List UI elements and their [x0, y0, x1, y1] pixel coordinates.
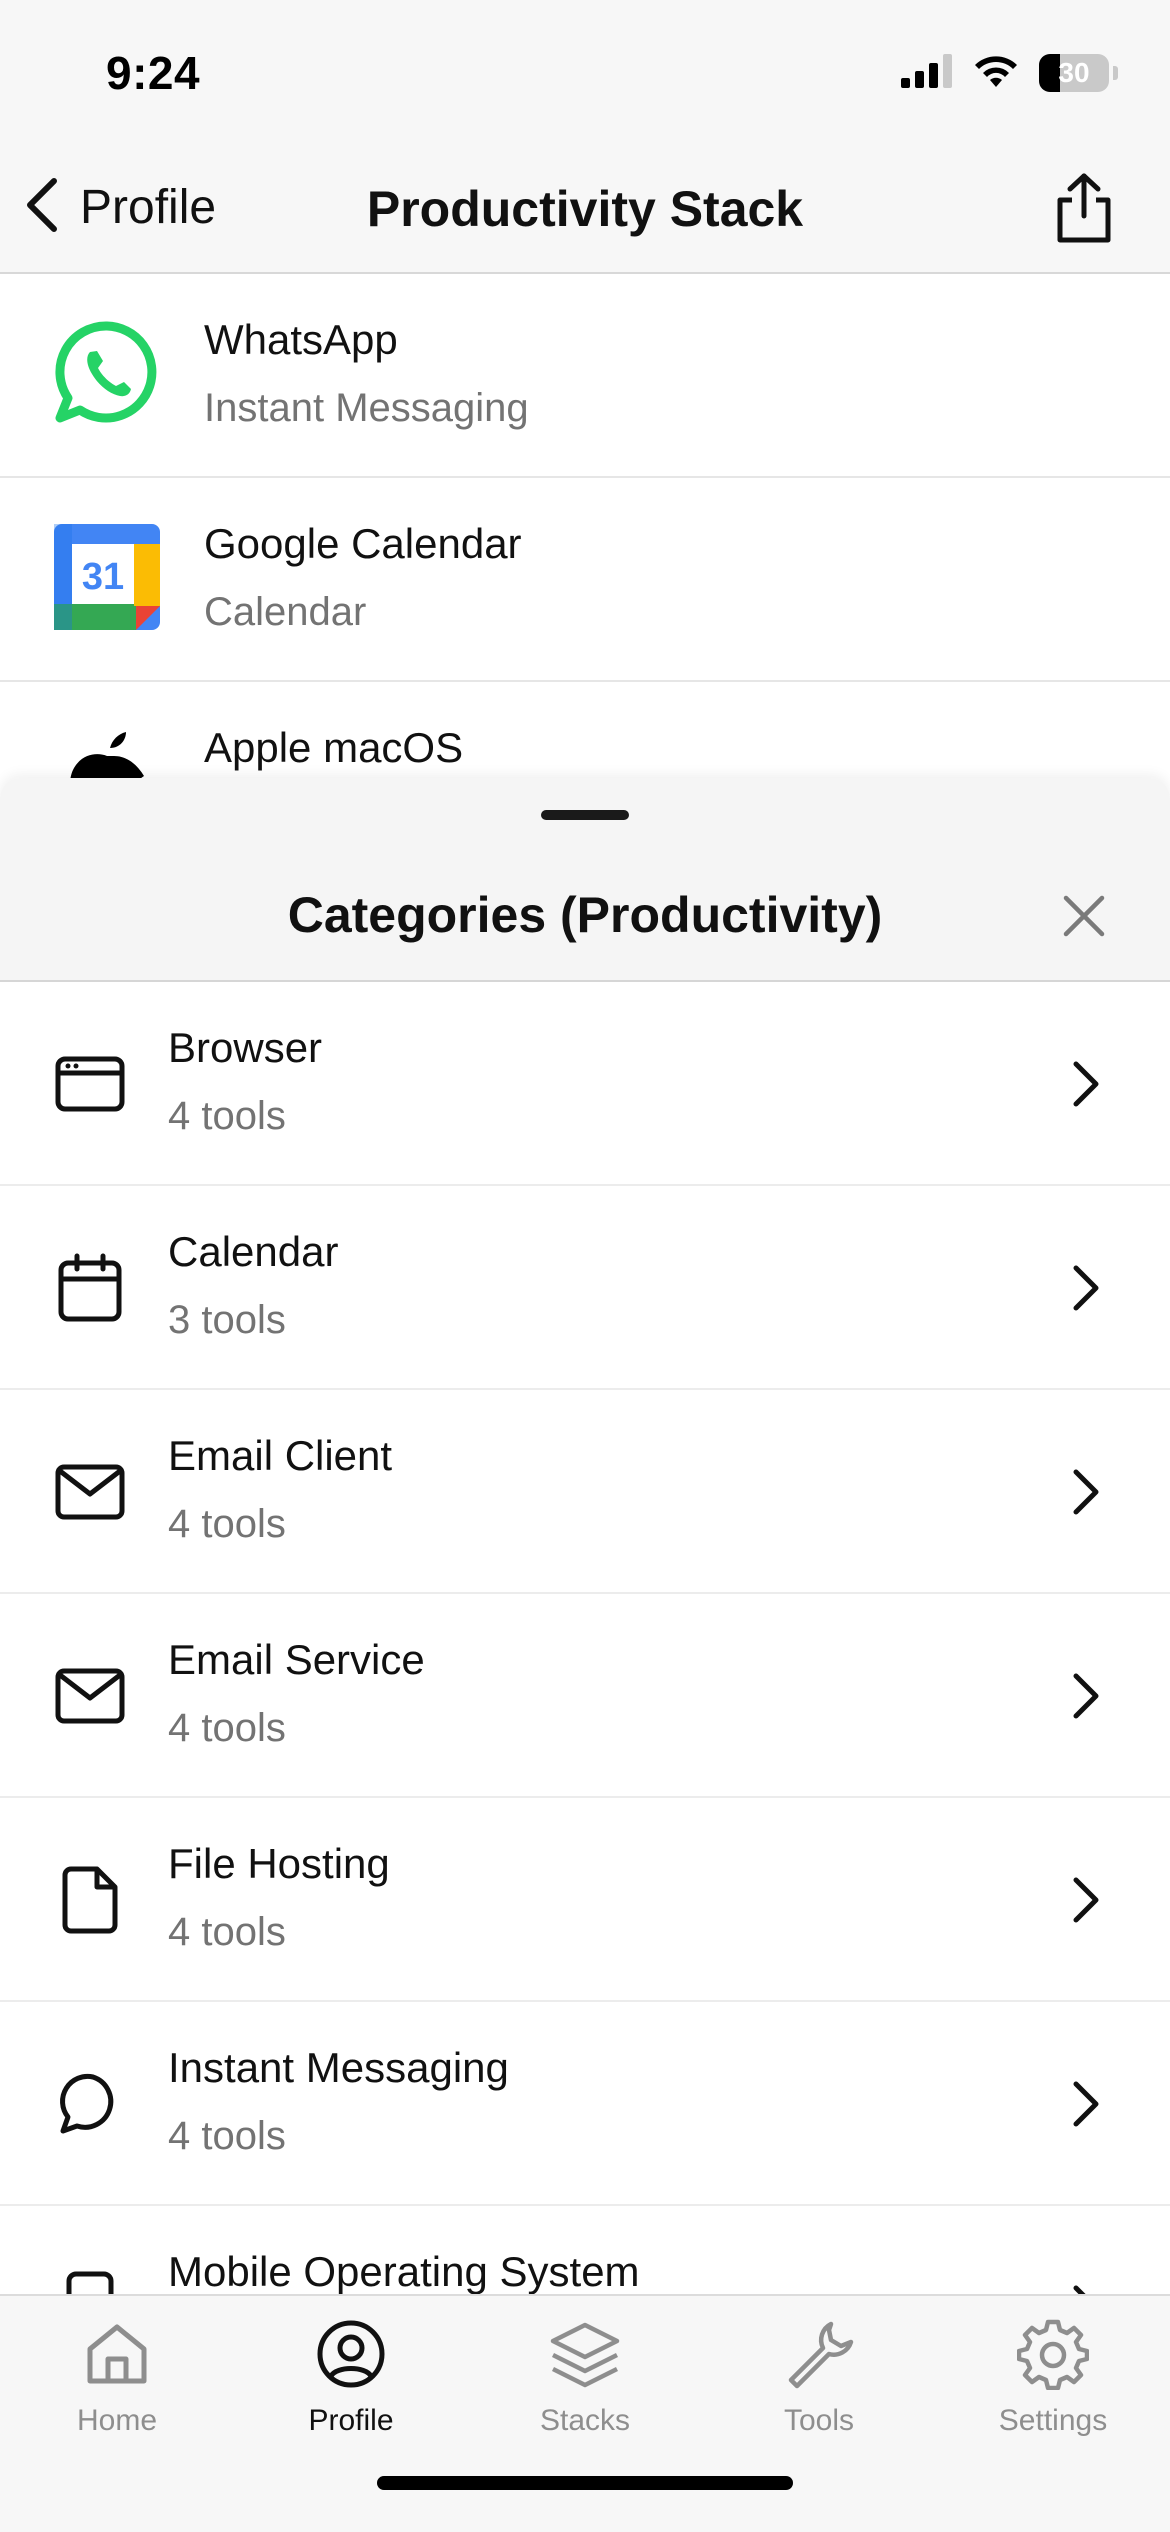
page-title: Productivity Stack [366, 181, 804, 237]
calendar-icon [50, 1248, 130, 1328]
tab-label: Stacks [539, 2404, 631, 2437]
status-time: 9:24 [106, 47, 201, 99]
tool-name: Apple macOS [204, 724, 464, 771]
category-count: 4 tools [168, 1502, 286, 1546]
category-row-calendar[interactable]: Calendar 3 tools [0, 1186, 1170, 1390]
category-name: Email Client [168, 1432, 393, 1479]
tab-label: Settings [998, 2404, 1108, 2437]
tool-row-whatsapp[interactable]: WhatsApp Instant Messaging [0, 274, 1170, 478]
nav-header: Profile Productivity Stack [0, 150, 1170, 274]
sheet-grabber[interactable] [541, 810, 629, 820]
chevron-right-icon [1066, 1258, 1106, 1318]
category-count: 4 tools [168, 1094, 286, 1138]
category-count: 4 tools [168, 2114, 286, 2158]
home-icon [77, 2314, 157, 2394]
close-icon [1060, 892, 1108, 945]
category-row-email-service[interactable]: Email Service 4 tools [0, 1594, 1170, 1798]
battery-icon: 30 [1039, 54, 1109, 92]
chevron-right-icon [1066, 2074, 1106, 2134]
google-calendar-logo-icon: 31 [52, 522, 162, 632]
tool-name: WhatsApp [204, 316, 398, 363]
home-indicator [377, 2476, 793, 2490]
tab-stacks[interactable]: Stacks [468, 2296, 702, 2446]
gear-icon [1013, 2314, 1093, 2394]
sheet-title: Categories (Productivity) [287, 887, 883, 943]
battery-cap [1113, 66, 1118, 80]
chevron-right-icon [1066, 1054, 1106, 1114]
status-bar: 9:24 30 [0, 0, 1170, 150]
tab-label: Home [76, 2404, 158, 2437]
tool-name: Google Calendar [204, 520, 522, 567]
wrench-icon [779, 2314, 859, 2394]
mail-icon [50, 1452, 130, 1532]
whatsapp-logo-icon [52, 318, 162, 428]
sheet-header: Categories (Productivity) [0, 778, 1170, 982]
cellular-signal-icon [901, 53, 953, 93]
category-name: Mobile Operating System [168, 2248, 640, 2294]
tool-row-google-calendar[interactable]: 31 Google Calendar Calendar [0, 478, 1170, 682]
share-icon [1052, 172, 1116, 249]
category-count: 3 tools [168, 1298, 286, 1342]
file-icon [50, 1860, 130, 1940]
category-row-file-hosting[interactable]: File Hosting 4 tools [0, 1798, 1170, 2002]
chat-bubble-icon [50, 2064, 130, 2144]
category-name: Instant Messaging [168, 2044, 509, 2091]
category-name: File Hosting [168, 1840, 390, 1887]
battery-level: 30 [1058, 57, 1090, 88]
tab-tools[interactable]: Tools [702, 2296, 936, 2446]
chevron-right-icon [1066, 1462, 1106, 1522]
status-icons: 30 [901, 50, 1118, 96]
chevron-right-icon [1066, 1666, 1106, 1726]
tab-bar: Home Profile Stacks Tools Settings [0, 2294, 1170, 2532]
close-button[interactable] [1054, 888, 1114, 948]
category-name: Email Service [168, 1636, 425, 1683]
wifi-icon [971, 53, 1021, 94]
chevron-right-icon [1066, 1870, 1106, 1930]
mail-icon [50, 1656, 130, 1736]
categories-sheet: Categories (Productivity) Browser 4 tool… [0, 778, 1170, 2294]
phone-icon [50, 2268, 130, 2294]
category-name: Browser [168, 1024, 323, 1071]
browser-icon [50, 1044, 130, 1124]
tool-category: Instant Messaging [204, 386, 529, 430]
category-row-email-client[interactable]: Email Client 4 tools [0, 1390, 1170, 1594]
category-name: Calendar [168, 1228, 339, 1275]
profile-icon [311, 2314, 391, 2394]
category-row-instant-messaging[interactable]: Instant Messaging 4 tools [0, 2002, 1170, 2206]
category-row-browser[interactable]: Browser 4 tools [0, 982, 1170, 1186]
tab-label: Tools [783, 2404, 855, 2437]
tool-category: Calendar [204, 590, 367, 634]
chevron-right-icon [1066, 2278, 1106, 2294]
tab-home[interactable]: Home [0, 2296, 234, 2446]
gcal-date-text: 31 [82, 556, 124, 598]
category-count: 4 tools [168, 1706, 286, 1750]
category-count: 4 tools [168, 1910, 286, 1954]
stacks-icon [545, 2314, 625, 2394]
tab-label: Profile [308, 2404, 394, 2437]
tab-profile[interactable]: Profile [234, 2296, 468, 2446]
share-button[interactable] [1044, 170, 1124, 250]
tab-settings[interactable]: Settings [936, 2296, 1170, 2446]
category-row-mobile-operating-system[interactable]: Mobile Operating System [0, 2206, 1170, 2294]
